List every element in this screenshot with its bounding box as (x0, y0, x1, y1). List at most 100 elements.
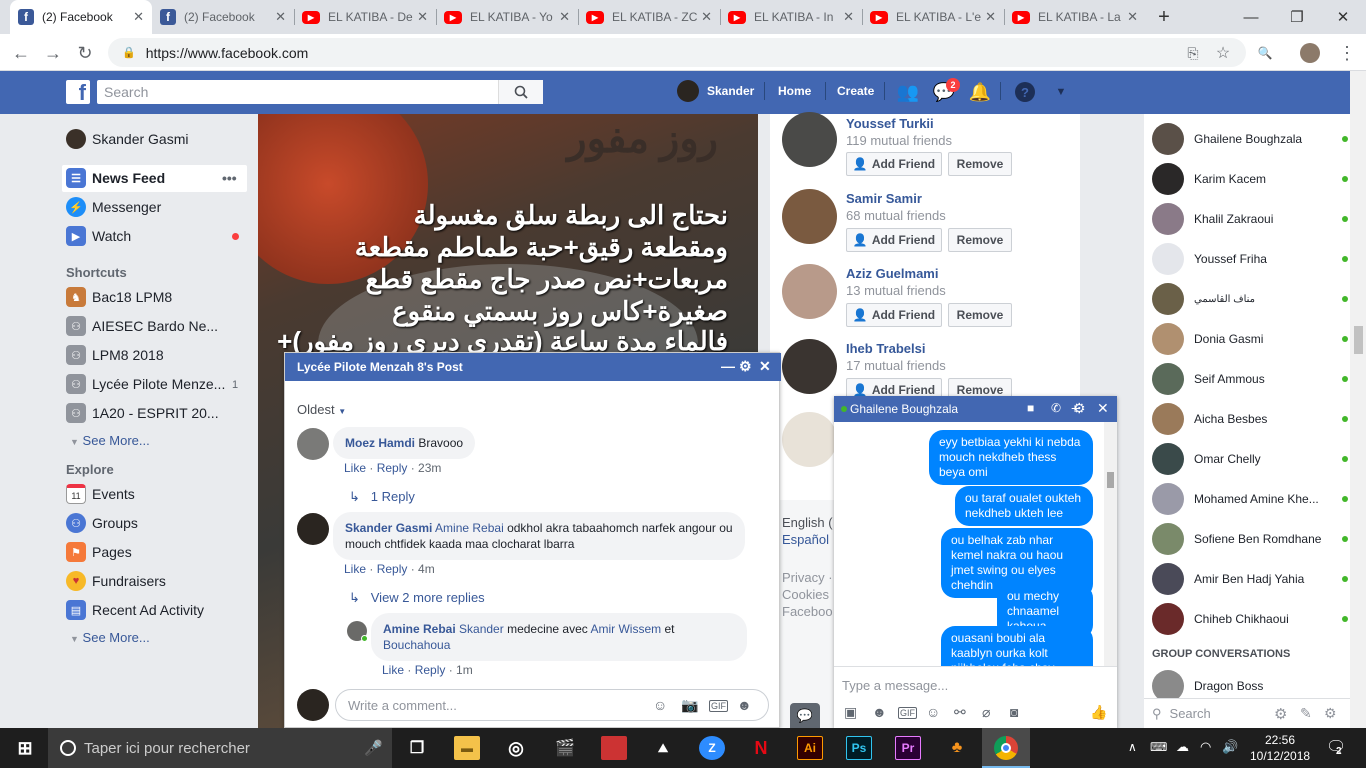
view-more-replies-link[interactable]: ↳ View 2 more replies (349, 590, 485, 606)
see-more-shortcuts[interactable]: ▼ See More... (70, 433, 150, 448)
close-tab-icon[interactable]: ✕ (417, 9, 428, 25)
contact-item[interactable]: Mohamed Amine Khe... (1152, 479, 1348, 519)
create-link[interactable]: Create (837, 84, 874, 98)
contact-item[interactable]: Youssef Friha (1152, 239, 1348, 279)
reload-icon[interactable]: ↻ (72, 40, 98, 66)
contact-item[interactable]: Amir Ben Hadj Yahia (1152, 559, 1348, 599)
close-tab-icon[interactable]: ✕ (275, 9, 286, 25)
message-input[interactable]: Type a message... (842, 678, 948, 693)
add-friend-button[interactable]: 👤 Add Friend (846, 303, 942, 327)
close-tab-icon[interactable]: ✕ (843, 9, 854, 25)
more-options-icon[interactable]: ••• (222, 170, 237, 186)
gear-icon[interactable]: ⚙ (1274, 705, 1287, 723)
contact-item[interactable]: مناف القاسمي (1152, 279, 1348, 319)
browser-tab[interactable]: ▶ EL KATIBA - De ✕ (294, 0, 436, 34)
reply-link[interactable]: Reply (377, 562, 408, 576)
like-thumb-icon[interactable]: 👍 (1090, 704, 1107, 721)
minimize-icon[interactable]: — (721, 358, 735, 374)
view-replies-link[interactable]: ↳ 1 Reply (349, 489, 415, 505)
reply-link[interactable]: Reply (415, 663, 446, 677)
sort-dropdown[interactable]: Oldest ▼ (297, 402, 346, 417)
contact-item[interactable]: Ghailene Boughzala (1152, 119, 1348, 159)
attachment-icon[interactable]: ⌀ (982, 704, 990, 721)
facebook-logo[interactable]: f (66, 80, 90, 104)
remove-button[interactable]: Remove (948, 228, 1012, 252)
clock[interactable]: 22:56 10/12/2018 (1250, 732, 1310, 764)
shortcut-item[interactable]: ⚇ 1A20 - ESPRIT 20... (66, 401, 246, 425)
volume-icon[interactable]: 🔊 (1222, 739, 1238, 755)
file-explorer-icon[interactable]: ▬ (454, 736, 480, 760)
chat-bubble-icon[interactable]: 💬 (790, 703, 820, 728)
compose-icon[interactable]: ✎ (1300, 705, 1312, 722)
new-tab-icon[interactable]: + (1146, 0, 1182, 34)
sidebar-item-messenger[interactable]: ⚡ Messenger (66, 195, 246, 219)
close-tab-icon[interactable]: ✕ (133, 9, 144, 25)
contact-item[interactable]: Donia Gasmi (1152, 319, 1348, 359)
contact-item[interactable]: Khalil Zakraoui (1152, 199, 1348, 239)
shortcut-item[interactable]: ♞ Bac18 LPM8 (66, 285, 246, 309)
close-window-icon[interactable]: ✕ (1320, 0, 1366, 34)
url-field[interactable]: 🔒 https://www.facebook.com (108, 38, 1246, 67)
remove-button[interactable]: Remove (948, 152, 1012, 176)
close-tab-icon[interactable]: ✕ (559, 9, 570, 25)
camera-icon[interactable]: ◙ (1010, 704, 1018, 720)
emoji-icon[interactable]: ☺ (653, 697, 667, 713)
microphone-icon[interactable]: 🎤 (364, 739, 383, 757)
sidebar-item-pages[interactable]: ⚑ Pages (66, 540, 246, 564)
see-more-explore[interactable]: ▼ See More... (70, 630, 150, 645)
profile-avatar[interactable] (1300, 43, 1320, 63)
contact-item[interactable]: Aicha Besbes (1152, 399, 1348, 439)
avatar[interactable] (677, 80, 699, 102)
friend-name[interactable]: Youssef Turkii (846, 116, 934, 131)
media-player-icon[interactable]: ◎ (503, 736, 529, 760)
browser-tab[interactable]: ▶ EL KATIBA - ZC ✕ (578, 0, 720, 34)
video-call-icon[interactable]: ■ (1027, 401, 1034, 415)
extension-icon[interactable]: 🔍 (1252, 40, 1278, 66)
like-link[interactable]: Like (382, 663, 404, 677)
avatar[interactable] (782, 264, 837, 319)
chat-search-input[interactable]: ⚲ Search ⚙ ✎ ⚙ (1144, 698, 1350, 728)
photoshop-icon[interactable]: Ps (846, 736, 872, 760)
input-method-icon[interactable]: ⌨ (1150, 740, 1167, 754)
remove-button[interactable]: Remove (948, 303, 1012, 327)
account-menu-icon[interactable]: ▼ (1049, 81, 1073, 103)
gif-icon[interactable]: GIF (709, 700, 728, 712)
comment-input[interactable]: Write a comment... (335, 689, 769, 721)
sidebar-item-recent-ad-activity[interactable]: ▤ Recent Ad Activity (66, 598, 246, 622)
browser-tab[interactable]: ▶ EL KATIBA - Yo ✕ (436, 0, 578, 34)
fl-studio-icon[interactable]: ♣ (944, 736, 970, 760)
netflix-icon[interactable]: N (748, 736, 774, 760)
contact-item[interactable]: Karim Kacem (1152, 159, 1348, 199)
notifications-bell-icon[interactable]: 🔔 (968, 81, 992, 103)
browser-tab[interactable]: f (2) Facebook ✕ (10, 0, 152, 34)
taskbar-search[interactable]: Taper ici pour rechercher 🎤 (48, 728, 392, 768)
contact-item[interactable]: Chiheb Chikhaoui (1152, 599, 1348, 639)
shortcut-item[interactable]: ⚇ Lycée Pilote Menze... (66, 372, 246, 396)
close-tab-icon[interactable]: ✕ (1127, 9, 1138, 25)
scrollbar[interactable] (1350, 71, 1366, 728)
sidebar-item-fundraisers[interactable]: ♥ Fundraisers (66, 569, 246, 593)
options-icon[interactable]: ⚙ (1324, 705, 1337, 722)
close-icon[interactable]: ✕ (1097, 400, 1109, 417)
emoji-icon[interactable]: ☺ (926, 704, 940, 720)
friend-name[interactable]: Iheb Trabelsi (846, 341, 925, 356)
browser-tab[interactable]: ▶ EL KATIBA - L'e ✕ (862, 0, 1004, 34)
task-view-icon[interactable]: ❐ (404, 736, 430, 760)
translate-icon[interactable]: ⎘ (1180, 40, 1206, 66)
friend-name[interactable]: Aziz Guelmami (846, 266, 938, 281)
illustrator-icon[interactable]: Ai (797, 736, 823, 760)
gear-icon[interactable]: ⚙ (739, 358, 752, 375)
phone-icon[interactable]: ✆ (1051, 401, 1061, 415)
help-icon[interactable]: ? (1013, 81, 1037, 103)
avatar[interactable] (782, 339, 837, 394)
shortcut-item[interactable]: ⚇ AIESEC Bardo Ne... (66, 314, 246, 338)
chat-header[interactable]: Ghailene Boughzala ■ ✆ + ⚙ ✕ (834, 396, 1117, 422)
minimize-icon[interactable]: — (1228, 0, 1274, 34)
friend-requests-icon[interactable]: 👥 (896, 81, 920, 103)
link-icon[interactable]: ⚯ (954, 704, 966, 721)
windows-start-icon[interactable]: ⊞ (12, 736, 38, 760)
contact-item[interactable]: Seif Ammous (1152, 359, 1348, 399)
gear-icon[interactable]: ⚙ (1073, 400, 1086, 417)
sidebar-item-watch[interactable]: ▶ Watch (66, 224, 246, 248)
browser-tab[interactable]: ▶ EL KATIBA - La ✕ (1004, 0, 1146, 34)
